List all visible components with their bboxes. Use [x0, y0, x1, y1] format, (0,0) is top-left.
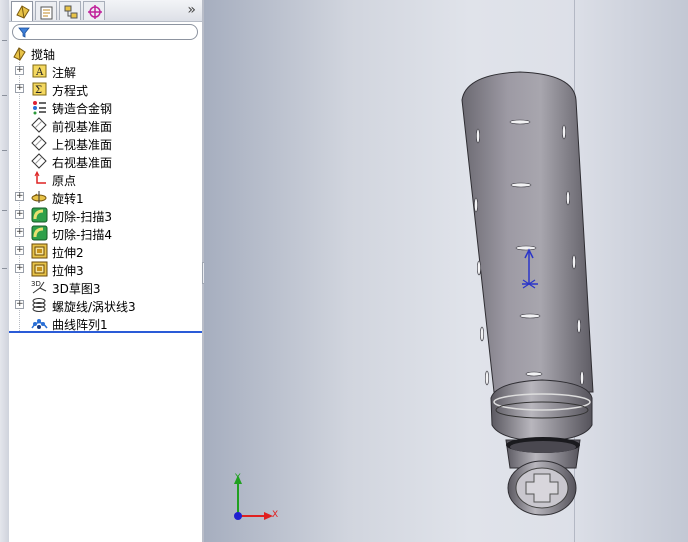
- shaft-end-face: [507, 460, 577, 516]
- tree-item[interactable]: + 切除-扫描3: [9, 206, 202, 224]
- tree-item-label: 右视基准面: [52, 156, 113, 170]
- slot-mark: [566, 190, 570, 206]
- graphics-viewport[interactable]: Y X: [204, 0, 688, 542]
- extrude-icon: [31, 243, 48, 259]
- tree-item[interactable]: 前视基准面: [9, 116, 202, 134]
- expand-toggle[interactable]: +: [15, 228, 24, 237]
- slot-mark: [525, 371, 543, 377]
- tree-item[interactable]: + 旋转1: [9, 188, 202, 206]
- slot-mark: [577, 318, 581, 334]
- tree-item-label: 注解: [52, 66, 77, 80]
- expand-toggle[interactable]: +: [15, 66, 24, 75]
- expand-toggle[interactable]: +: [15, 246, 24, 255]
- swept-cut-icon: [31, 225, 48, 241]
- equation-icon: Σ: [31, 81, 48, 97]
- swept-cut-icon: [31, 207, 48, 223]
- tree-item-label: 拉伸2: [52, 246, 84, 260]
- expand-toggle[interactable]: +: [15, 192, 24, 201]
- tree-item-label: 3D草图3: [52, 282, 101, 296]
- shaft-body: [461, 71, 594, 393]
- slot-mark: [580, 370, 584, 386]
- configuration-manager-icon: [64, 5, 78, 19]
- property-manager-tab[interactable]: [35, 1, 57, 20]
- expand-toggle[interactable]: +: [15, 300, 24, 309]
- tree-root-item[interactable]: 搅轴: [9, 44, 202, 62]
- annotation-icon: A: [31, 63, 48, 79]
- helix-icon: [31, 297, 48, 313]
- filter-icon: [18, 27, 30, 38]
- slot-mark: [509, 119, 531, 125]
- tree-item-label: 原点: [52, 174, 77, 188]
- origin-icon: [31, 170, 48, 187]
- tree-item-label: 铸造合金钢: [52, 102, 113, 116]
- feature-manager-panel: » 搅轴 + A 注解 + Σ 方程式 铸造合金钢 前视基准面 上视基准面 右视基准面 原点 + 旋转1 +…: [9, 0, 203, 542]
- svg-text:Σ: Σ: [35, 85, 42, 96]
- curve-pattern-icon: [31, 315, 48, 331]
- property-manager-icon: [40, 6, 53, 20]
- feature-manager-icon: [16, 5, 30, 19]
- tree-item[interactable]: 铸造合金钢: [9, 98, 202, 116]
- slot-mark: [476, 128, 480, 144]
- tree-item[interactable]: + 切除-扫描4: [9, 224, 202, 242]
- panel-tabs: »: [9, 0, 202, 22]
- tree-item[interactable]: 原点: [9, 170, 202, 188]
- tree-item-label: 前视基准面: [52, 120, 113, 134]
- tree-item-label: 切除-扫描4: [52, 228, 112, 242]
- tree-item-label: 切除-扫描3: [52, 210, 112, 224]
- tree-item[interactable]: + A 注解: [9, 62, 202, 80]
- feature-manager-tab[interactable]: [11, 1, 33, 21]
- tree-item[interactable]: + Σ 方程式: [9, 80, 202, 98]
- material-icon: [31, 99, 48, 115]
- expand-toggle[interactable]: +: [15, 210, 24, 219]
- tree-item[interactable]: 右视基准面: [9, 152, 202, 170]
- svg-text:3D: 3D: [31, 280, 41, 288]
- tree-item-label: 旋转1: [52, 192, 84, 206]
- tree-item-label: 上视基准面: [52, 138, 113, 152]
- plane-icon: [31, 153, 48, 169]
- tree-item[interactable]: + 拉伸2: [9, 242, 202, 260]
- tree-item-label: 拉伸3: [52, 264, 84, 278]
- triad-y-label: Y: [234, 473, 241, 483]
- tree-item[interactable]: 3D 3D草图3: [9, 278, 202, 296]
- expand-toggle[interactable]: +: [15, 84, 24, 93]
- tree-filter-input[interactable]: [12, 24, 198, 40]
- tree-item-label: 搅轴: [31, 48, 56, 62]
- svg-text:A: A: [35, 67, 44, 78]
- view-triad[interactable]: Y X: [228, 470, 298, 540]
- sketch-3d-icon: 3D: [31, 279, 48, 295]
- expand-toggle[interactable]: +: [15, 264, 24, 273]
- tree-item-label: 方程式: [52, 84, 89, 98]
- tree-item[interactable]: + 螺旋线/涡状线3: [9, 296, 202, 314]
- revolve-icon: [31, 189, 48, 205]
- slot-mark: [515, 245, 537, 251]
- plane-icon: [31, 117, 48, 133]
- slot-mark: [480, 326, 484, 342]
- crosshair-icon: [88, 5, 102, 19]
- configuration-manager-tab[interactable]: [59, 1, 81, 20]
- dimxpert-tab[interactable]: [83, 1, 105, 20]
- tree-item[interactable]: 曲线阵列1: [9, 314, 202, 332]
- slot-mark: [572, 254, 576, 270]
- triad-x-label: X: [272, 510, 278, 520]
- plane-icon: [31, 135, 48, 151]
- slot-mark: [477, 260, 481, 276]
- slot-mark: [485, 370, 489, 386]
- slot-mark: [562, 124, 566, 140]
- slot-mark: [519, 313, 541, 319]
- tree-item[interactable]: 上视基准面: [9, 134, 202, 152]
- tree-item-label: 螺旋线/涡状线3: [52, 300, 136, 314]
- tree-item[interactable]: + 拉伸3: [9, 260, 202, 278]
- shaft-collar: [490, 379, 593, 442]
- rollback-bar[interactable]: [9, 331, 202, 333]
- slot-mark: [510, 182, 532, 188]
- expand-panel-chevron[interactable]: »: [187, 2, 196, 18]
- shaft-model[interactable]: [204, 0, 688, 542]
- part-icon: [11, 45, 28, 61]
- extrude-icon: [31, 261, 48, 277]
- slot-mark: [474, 197, 478, 213]
